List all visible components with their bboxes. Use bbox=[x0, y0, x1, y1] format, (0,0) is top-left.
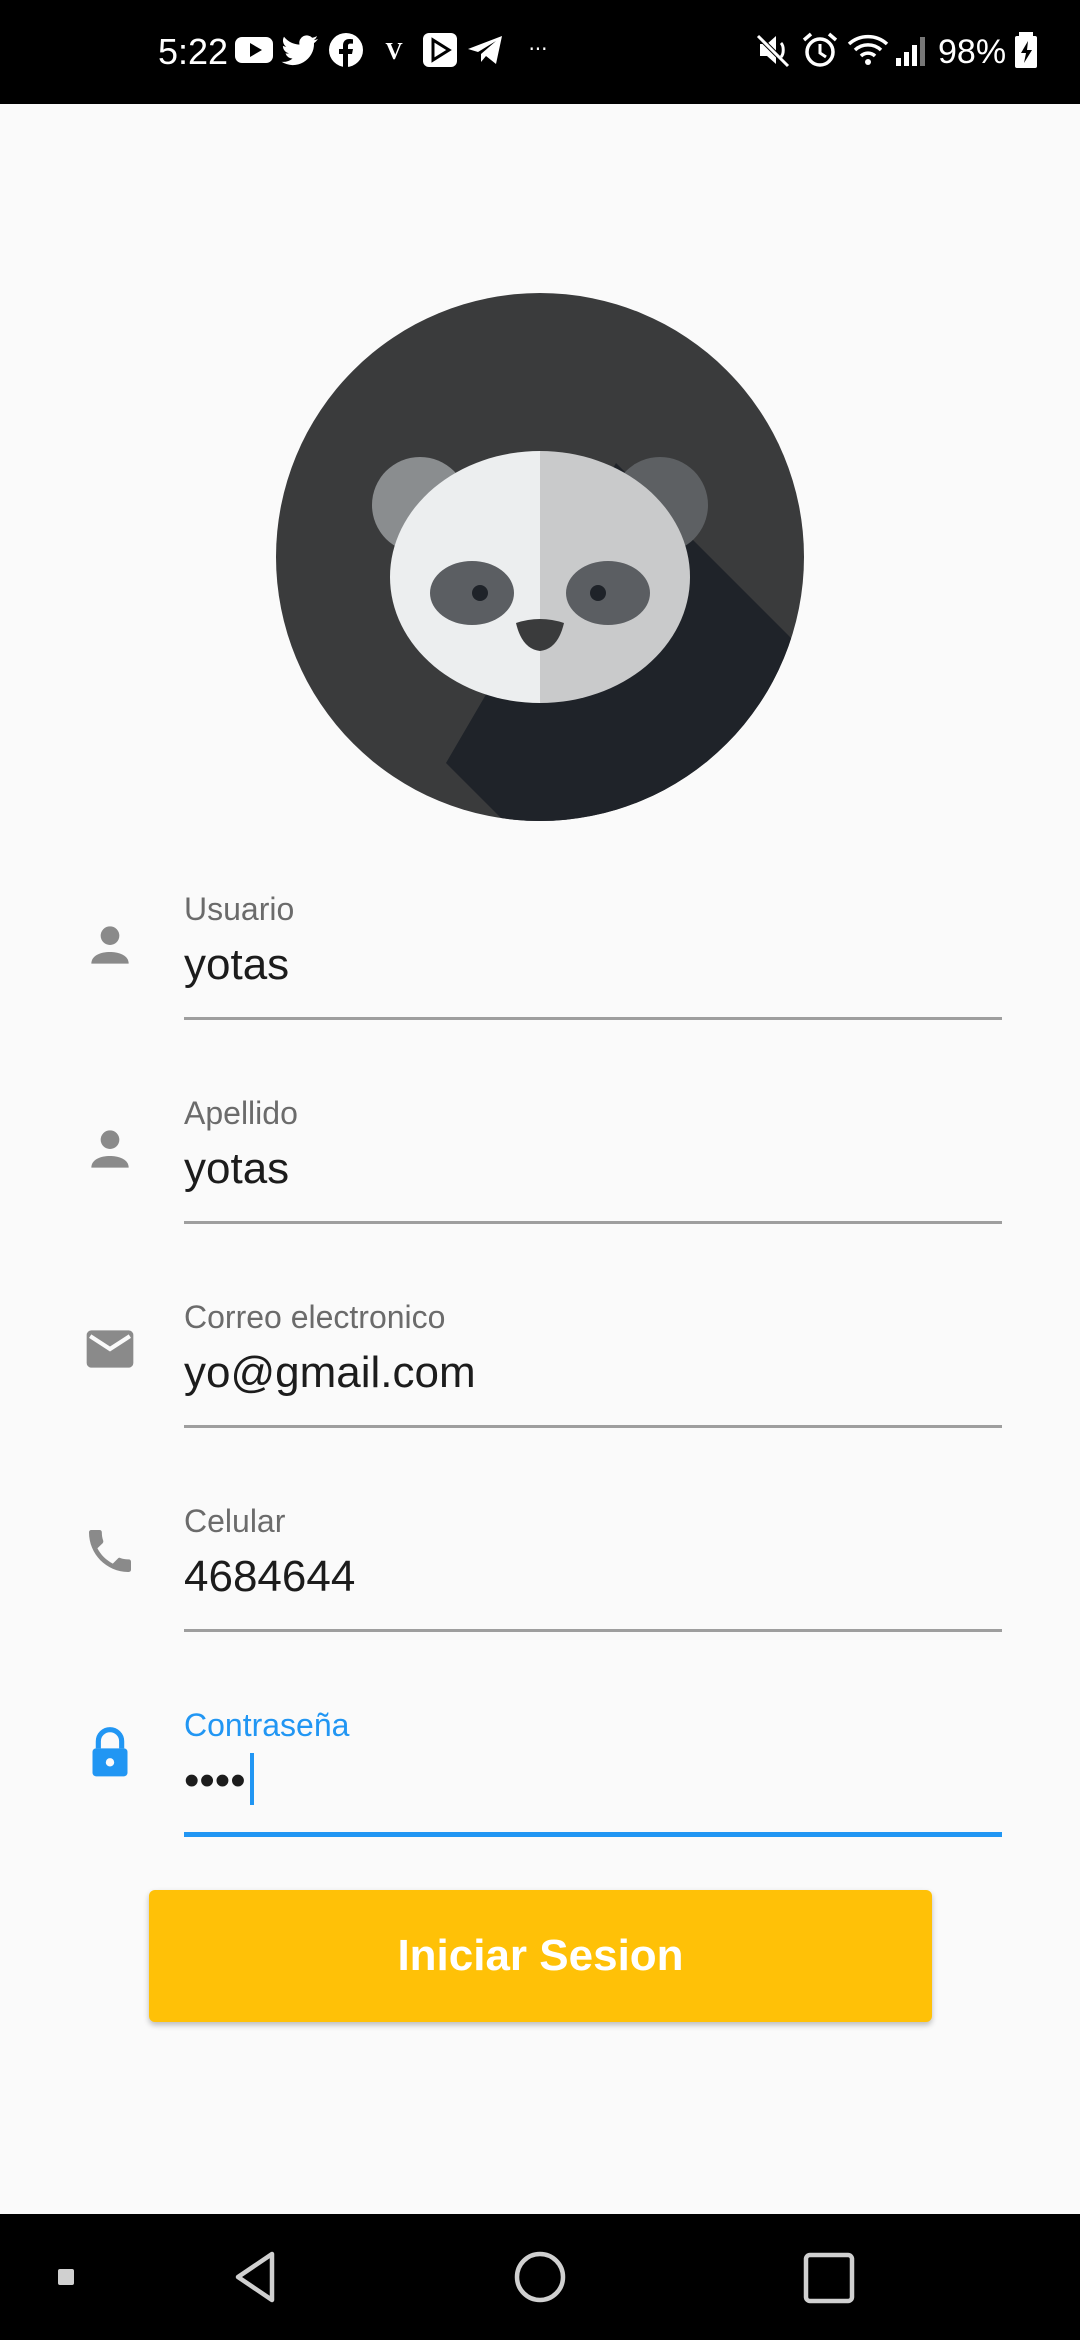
masked-password: •••• bbox=[184, 1756, 246, 1805]
celular-field[interactable]: Celular 4684644 bbox=[0, 1499, 1080, 1659]
email-field[interactable]: Correo electronico yo@gmail.com bbox=[0, 1295, 1080, 1455]
usuario-field[interactable]: Usuario yotas bbox=[0, 887, 1080, 1047]
field-label: Correo electronico bbox=[184, 1299, 446, 1335]
recents-dot-icon[interactable] bbox=[50, 2214, 82, 2340]
v-icon: V bbox=[385, 39, 403, 65]
email-icon bbox=[86, 1330, 134, 1368]
mute-icon bbox=[756, 34, 790, 68]
battery-percent: 98% bbox=[938, 33, 1007, 71]
field-label: Contraseña bbox=[184, 1707, 350, 1743]
field-label: Apellido bbox=[184, 1095, 298, 1131]
field-underline bbox=[184, 1629, 1002, 1632]
password-value[interactable]: •••• bbox=[184, 1751, 254, 1811]
wifi-icon bbox=[847, 34, 889, 65]
telegram-icon bbox=[468, 36, 502, 64]
signal-icon bbox=[896, 37, 925, 66]
overview-icon[interactable] bbox=[794, 2214, 866, 2340]
back-icon[interactable] bbox=[220, 2214, 292, 2340]
facebook-icon bbox=[329, 33, 363, 67]
apellido-field[interactable]: Apellido yotas bbox=[0, 1091, 1080, 1251]
field-label: Usuario bbox=[184, 891, 295, 927]
battery-icon bbox=[1015, 32, 1037, 68]
phone-icon bbox=[89, 1530, 131, 1572]
field-label: Celular bbox=[184, 1503, 286, 1539]
field-underline bbox=[184, 1832, 1002, 1837]
panda-avatar-icon bbox=[276, 293, 804, 821]
password-field[interactable]: Contraseña •••• bbox=[0, 1703, 1080, 1863]
lock-icon bbox=[92, 1727, 128, 1777]
more-dots-icon: ··· bbox=[528, 37, 547, 61]
field-underline bbox=[184, 1017, 1002, 1020]
status-time: 5:22 bbox=[158, 31, 229, 72]
navigation-bar bbox=[0, 2214, 1080, 2340]
field-value[interactable]: 4684644 bbox=[184, 1547, 355, 1607]
field-value[interactable]: yo@gmail.com bbox=[184, 1343, 476, 1403]
field-underline bbox=[184, 1221, 1002, 1224]
alarm-icon bbox=[802, 32, 838, 67]
person-icon bbox=[91, 1130, 129, 1168]
field-value[interactable]: yotas bbox=[184, 1139, 289, 1199]
svg-text:V: V bbox=[385, 39, 403, 65]
youtube-icon bbox=[235, 37, 273, 63]
svg-text:···: ··· bbox=[528, 37, 547, 61]
home-icon[interactable] bbox=[500, 2214, 580, 2340]
field-value[interactable]: yotas bbox=[184, 935, 289, 995]
play-games-icon bbox=[423, 33, 457, 67]
person-icon bbox=[91, 926, 129, 964]
field-underline bbox=[184, 1425, 1002, 1428]
login-button[interactable]: Iniciar Sesion bbox=[149, 1890, 932, 2022]
twitter-icon bbox=[281, 35, 318, 66]
status-bar: 5:22 V ··· 98% bbox=[0, 0, 1080, 104]
text-caret bbox=[249, 1753, 254, 1806]
